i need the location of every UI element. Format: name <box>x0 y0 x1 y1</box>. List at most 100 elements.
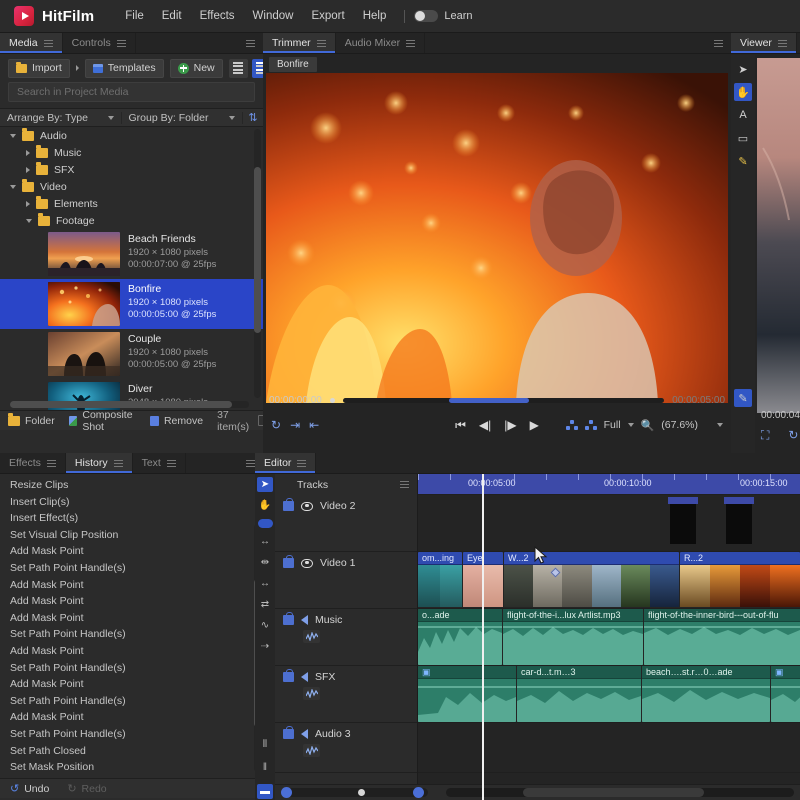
search-input[interactable] <box>17 86 246 98</box>
timeline-area[interactable]: 00:00:05:00 00:00:10:00 00:00:15:00 om..… <box>418 474 800 800</box>
zoom-slider-center[interactable] <box>358 789 365 796</box>
timeline-clip-video2-a[interactable] <box>670 504 696 544</box>
tree-item-footage[interactable]: Footage <box>0 212 263 229</box>
menu-window[interactable]: Window <box>244 7 303 25</box>
speaker-icon[interactable] <box>301 729 308 739</box>
track-header-music[interactable]: Music <box>275 609 417 666</box>
timeline-clip-video2-b[interactable] <box>726 504 752 544</box>
timeline-row-music[interactable]: o...ade flight-of-the-i...lux Artlist.mp… <box>418 609 800 666</box>
history-entry[interactable]: Insert Effect(s) <box>0 510 263 527</box>
menu-file[interactable]: File <box>116 7 153 25</box>
step-back-icon[interactable]: ◀| <box>479 418 491 432</box>
step-forward-icon[interactable]: |▶ <box>504 418 516 432</box>
source-view-icon[interactable] <box>566 420 578 430</box>
track-header-audio3[interactable]: Audio 3 <box>275 723 417 773</box>
timeline-ruler[interactable]: 00:00:05:00 00:00:10:00 00:00:15:00 <box>418 474 800 495</box>
rectangle-tool-icon[interactable]: ▭ <box>734 129 752 147</box>
history-entry[interactable]: Set Path Point Handle(s) <box>0 626 263 643</box>
loop-icon[interactable]: ↻ <box>788 428 798 442</box>
fit-to-frame-icon[interactable]: ⛶ <box>761 428 769 443</box>
track-header-video2[interactable]: Video 2 <box>275 495 417 552</box>
history-entry[interactable]: Add Mask Point <box>0 643 263 660</box>
zoom-slider-right-handle[interactable] <box>413 787 424 798</box>
lock-icon[interactable] <box>283 501 294 511</box>
media-item-beach-friends[interactable]: Beach Friends 1920 × 1080 pixels 00:00:0… <box>0 229 263 279</box>
hamburger-icon[interactable] <box>400 481 409 488</box>
new-folder-button[interactable]: Folder <box>8 415 55 427</box>
speaker-icon[interactable] <box>301 672 308 682</box>
trimmer-scrub-bar[interactable]: 00:00:00:00 00:00:05:00 <box>263 391 731 409</box>
hamburger-icon[interactable] <box>317 40 326 47</box>
history-list[interactable]: Resize Clips Insert Clip(s) Insert Effec… <box>0 474 263 778</box>
tab-media[interactable]: Media <box>0 33 63 53</box>
pen-tool-icon[interactable]: ✎ <box>734 152 752 170</box>
tab-effects[interactable]: Effects <box>0 453 66 473</box>
quality-label[interactable]: Full <box>604 419 621 431</box>
history-entry[interactable]: Add Mask Point <box>0 593 263 610</box>
history-entry[interactable]: Set Path Closed <box>0 743 263 760</box>
history-entry[interactable]: Add Mask Point <box>0 676 263 693</box>
timeline-clip-music-2[interactable]: flight-of-the-inner-bird---out-of-flu <box>644 609 800 665</box>
templates-button[interactable]: Templates <box>85 59 164 78</box>
track-header-video1[interactable]: Video 1 <box>275 552 417 609</box>
lock-icon[interactable] <box>283 672 294 682</box>
timeline-clip-video1-3[interactable]: R...2 <box>680 552 800 608</box>
hamburger-icon[interactable] <box>44 40 53 47</box>
chevron-right-icon[interactable] <box>26 167 30 173</box>
arrange-by-select[interactable]: Arrange By: Type <box>0 112 122 124</box>
chevron-down-icon[interactable] <box>10 185 16 189</box>
tab-editor[interactable]: Editor <box>255 453 316 473</box>
panel-menu-icon[interactable] <box>246 460 255 467</box>
panel-menu-icon[interactable] <box>714 40 723 47</box>
search-bar[interactable] <box>8 82 255 102</box>
rate-curve-icon[interactable]: ∿ <box>257 618 273 633</box>
learn-toggle-switch[interactable] <box>414 10 438 22</box>
eye-icon[interactable] <box>301 559 313 568</box>
trimmer-scrub-track[interactable] <box>343 398 664 403</box>
chevron-right-icon[interactable] <box>26 201 30 207</box>
history-entry[interactable]: Set Path Point Handle(s) <box>0 660 263 677</box>
select-tool-icon[interactable]: ➤ <box>734 60 752 78</box>
history-entry[interactable]: Resize Clips <box>0 477 263 494</box>
ripple-trim-icon[interactable]: ⇹ <box>257 555 273 570</box>
panel-menu-icon[interactable] <box>246 40 255 47</box>
history-entry[interactable]: Set Visual Clip Position <box>0 527 263 544</box>
hamburger-icon[interactable] <box>117 40 126 47</box>
menu-effects[interactable]: Effects <box>191 7 244 25</box>
history-entry[interactable]: Add Mask Point <box>0 543 263 560</box>
timeline-row-video1[interactable]: om...ing Eye W...2 R...2 <box>418 552 800 609</box>
zoom-slider-left-handle[interactable] <box>281 787 292 798</box>
hamburger-icon[interactable] <box>297 460 306 467</box>
undo-button[interactable]: ↺ Undo <box>10 782 49 795</box>
go-to-start-icon[interactable]: ⏮ <box>455 418 466 433</box>
chevron-right-icon[interactable] <box>26 150 30 156</box>
mixer-icon[interactable]: ⦀ <box>257 737 273 752</box>
tab-trimmer[interactable]: Trimmer <box>263 33 336 53</box>
history-entry[interactable]: Set Path Point Handle(s) <box>0 693 263 710</box>
waveform-toggle-icon[interactable] <box>303 687 320 700</box>
timeline-clip-video1-2[interactable]: W...2 <box>504 552 679 608</box>
history-entry[interactable]: Add Mask Point <box>0 709 263 726</box>
waveform-toggle-icon[interactable] <box>303 630 320 643</box>
mask-tool-icon[interactable]: ✎ <box>734 389 752 407</box>
learn-toggle[interactable]: Learn <box>414 10 472 22</box>
trimmer-playhead-marker[interactable] <box>330 398 335 403</box>
tab-viewer[interactable]: Viewer <box>731 33 797 53</box>
timeline-clip-music-1[interactable]: flight-of-the-i...lux Artlist.mp3 <box>503 609 643 665</box>
import-button[interactable]: Import <box>8 59 70 78</box>
chevron-down-icon[interactable] <box>26 219 32 223</box>
hand-tool-icon[interactable]: ✋ <box>257 498 273 513</box>
rate-stretch-icon[interactable]: ⇄ <box>257 597 273 612</box>
timeline-row-audio3[interactable] <box>418 723 800 773</box>
hamburger-icon[interactable] <box>406 40 415 47</box>
trimmer-clip-chip[interactable]: Bonfire <box>269 57 317 72</box>
tree-item-video[interactable]: Video <box>0 178 263 195</box>
media-item-bonfire[interactable]: Bonfire 1920 × 1080 pixels 00:00:05:00 @… <box>0 279 263 329</box>
text-tool-icon[interactable]: A <box>734 106 752 124</box>
menu-export[interactable]: Export <box>302 7 353 25</box>
list-view-button[interactable] <box>229 59 248 78</box>
media-item-couple[interactable]: Couple 1920 × 1080 pixels 00:00:05:00 @ … <box>0 329 263 379</box>
track-header-sfx[interactable]: SFX <box>275 666 417 723</box>
select-tool-icon[interactable]: ➤ <box>257 477 273 492</box>
timeline-clip-sfx-1[interactable]: car-d...t.m…3 <box>517 666 641 722</box>
